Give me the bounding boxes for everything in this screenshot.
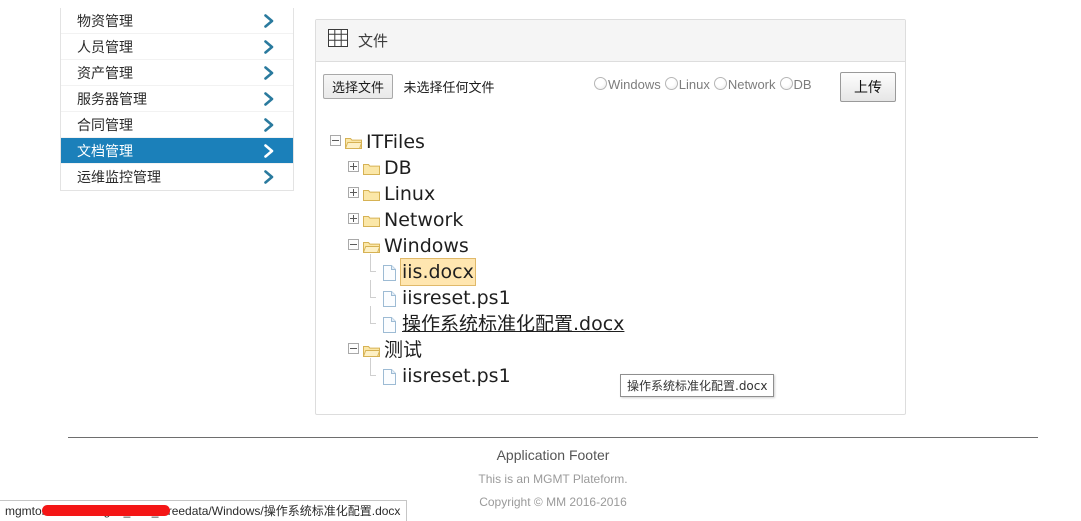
sidebar-item-label: 人员管理 xyxy=(77,40,133,56)
radio-network[interactable]: Network xyxy=(713,76,776,94)
application-root: 物资管理人员管理资产管理服务器管理合同管理文档管理运维监控管理 文件 选择文件 … xyxy=(0,0,1081,521)
tree-node-label[interactable]: iisreset.ps1 xyxy=(400,362,513,390)
page-footer: Application Footer This is an MGMT Plate… xyxy=(68,441,1038,509)
folder-open-icon xyxy=(345,136,362,149)
folder-icon xyxy=(363,188,380,201)
sidebar-item-7[interactable]: 运维监控管理 xyxy=(61,164,293,190)
tree-node-label[interactable]: ITFiles xyxy=(364,128,427,156)
radio-db[interactable]: DB xyxy=(779,76,812,94)
footer-title: Application Footer xyxy=(496,447,610,463)
tree-file-node[interactable]: iis.docx xyxy=(330,254,905,286)
tree-file-node[interactable]: 操作系统标准化配置.docx xyxy=(330,306,905,338)
file-status-text: 未选择任何文件 xyxy=(403,81,495,96)
tree-node-label[interactable]: DB xyxy=(382,154,414,182)
document-icon xyxy=(383,291,396,307)
upload-toolbar: 选择文件 未选择任何文件 Windows Linux Network DB 上传 xyxy=(316,62,905,110)
document-icon xyxy=(383,317,396,333)
minus-toggle-icon[interactable] xyxy=(330,135,341,146)
tree-line-stub xyxy=(366,306,379,328)
tree-node-label[interactable]: iis.docx xyxy=(400,258,476,286)
tree-node-label[interactable]: Windows xyxy=(382,232,471,260)
plus-toggle-icon[interactable] xyxy=(348,213,359,224)
radio-label: Windows xyxy=(608,77,661,92)
tree-folder-node[interactable]: Linux xyxy=(330,180,905,206)
sidebar-item-2[interactable]: 人员管理 xyxy=(61,34,293,60)
status-url: om/sinfors/mgmt_files_ztreedata/Windows/… xyxy=(35,504,401,518)
chevron-right-icon[interactable] xyxy=(262,8,277,34)
chevron-right-icon[interactable] xyxy=(262,60,277,86)
chevron-right-icon[interactable] xyxy=(262,34,277,60)
radio-button-icon[interactable] xyxy=(779,77,793,90)
tree-line-stub xyxy=(366,358,379,380)
chevron-right-icon[interactable] xyxy=(262,86,277,112)
sidebar-item-6[interactable]: 文档管理 xyxy=(61,138,293,164)
footer-divider xyxy=(68,437,1038,438)
panel-title: 文件 xyxy=(358,32,389,50)
document-icon xyxy=(383,265,396,281)
sidebar-item-4[interactable]: 服务器管理 xyxy=(61,86,293,112)
tree-node-label[interactable]: iisreset.ps1 xyxy=(400,284,513,312)
chevron-right-icon[interactable] xyxy=(262,164,277,190)
tree-node-label[interactable]: Linux xyxy=(382,180,437,208)
radio-label: Network xyxy=(727,77,776,92)
browser-status-bar: mgmtom/sinfors/mgmt_files_ztreedata/Wind… xyxy=(0,500,408,521)
radio-button-icon[interactable] xyxy=(664,77,678,90)
tree-folder-node[interactable]: DB xyxy=(330,154,905,180)
tree-file-node[interactable]: iisreset.ps1 xyxy=(330,358,905,390)
radio-button-icon[interactable] xyxy=(594,77,607,90)
table-grid-icon xyxy=(328,29,348,52)
plus-toggle-icon[interactable] xyxy=(348,161,359,172)
sidebar-item-label: 物资管理 xyxy=(77,14,133,30)
chevron-right-icon[interactable] xyxy=(262,138,277,164)
tree-file-node[interactable]: iisreset.ps1 xyxy=(330,280,905,312)
folder-icon xyxy=(363,162,380,175)
sidebar-item-label: 合同管理 xyxy=(77,118,133,134)
chevron-right-icon[interactable] xyxy=(262,112,277,138)
choose-file-button[interactable]: 选择文件 xyxy=(323,74,394,99)
tree-folder-node[interactable]: 测试 xyxy=(330,336,905,362)
document-icon xyxy=(383,369,396,385)
folder-icon xyxy=(363,214,380,227)
tree-folder-node[interactable]: Windows xyxy=(330,232,905,258)
tree-node-label[interactable]: 测试 xyxy=(382,336,424,364)
radio-button-icon[interactable] xyxy=(713,77,727,90)
sidebar-item-label: 运维监控管理 xyxy=(77,170,161,186)
folder-open-icon xyxy=(363,240,380,253)
sidebar-item-1[interactable]: 物资管理 xyxy=(61,8,293,34)
status-prefix: mgmt xyxy=(5,504,35,518)
footer-subtitle: This is an MGMT Plateform. xyxy=(478,472,628,486)
tree-folder-node[interactable]: Network xyxy=(330,206,905,232)
upload-button[interactable]: 上传 xyxy=(840,72,896,102)
sidebar-nav: 物资管理人员管理资产管理服务器管理合同管理文档管理运维监控管理 xyxy=(60,8,294,191)
tree-node-label[interactable]: Network xyxy=(382,206,465,234)
tree-folder-node[interactable]: ITFiles xyxy=(330,128,905,154)
destination-radio-group: Windows Linux Network DB xyxy=(594,76,816,94)
sidebar-item-label: 资产管理 xyxy=(77,66,133,82)
panel-header: 文件 xyxy=(316,20,905,62)
radio-windows[interactable]: Windows xyxy=(594,76,661,94)
file-panel: 文件 选择文件 未选择任何文件 Windows Linux Network DB 上传… xyxy=(315,19,906,415)
tree-line-stub xyxy=(366,280,379,302)
minus-toggle-icon[interactable] xyxy=(348,239,359,250)
sidebar-item-label: 服务器管理 xyxy=(77,92,147,108)
file-tooltip: 操作系统标准化配置.docx xyxy=(620,374,775,397)
plus-toggle-icon[interactable] xyxy=(348,187,359,198)
sidebar-item-label: 文档管理 xyxy=(77,144,133,160)
file-tree: ITFiles DB Linux Network Windows iis.docx iisr… xyxy=(316,110,905,388)
sidebar-item-5[interactable]: 合同管理 xyxy=(61,112,293,138)
tree-line-stub xyxy=(366,254,379,276)
sidebar-item-3[interactable]: 资产管理 xyxy=(61,60,293,86)
folder-open-icon xyxy=(363,344,380,357)
minus-toggle-icon[interactable] xyxy=(348,343,359,354)
radio-linux[interactable]: Linux xyxy=(664,76,710,94)
tree-node-label[interactable]: 操作系统标准化配置.docx xyxy=(400,310,626,338)
radio-label: DB xyxy=(793,77,812,92)
radio-label: Linux xyxy=(678,77,710,92)
